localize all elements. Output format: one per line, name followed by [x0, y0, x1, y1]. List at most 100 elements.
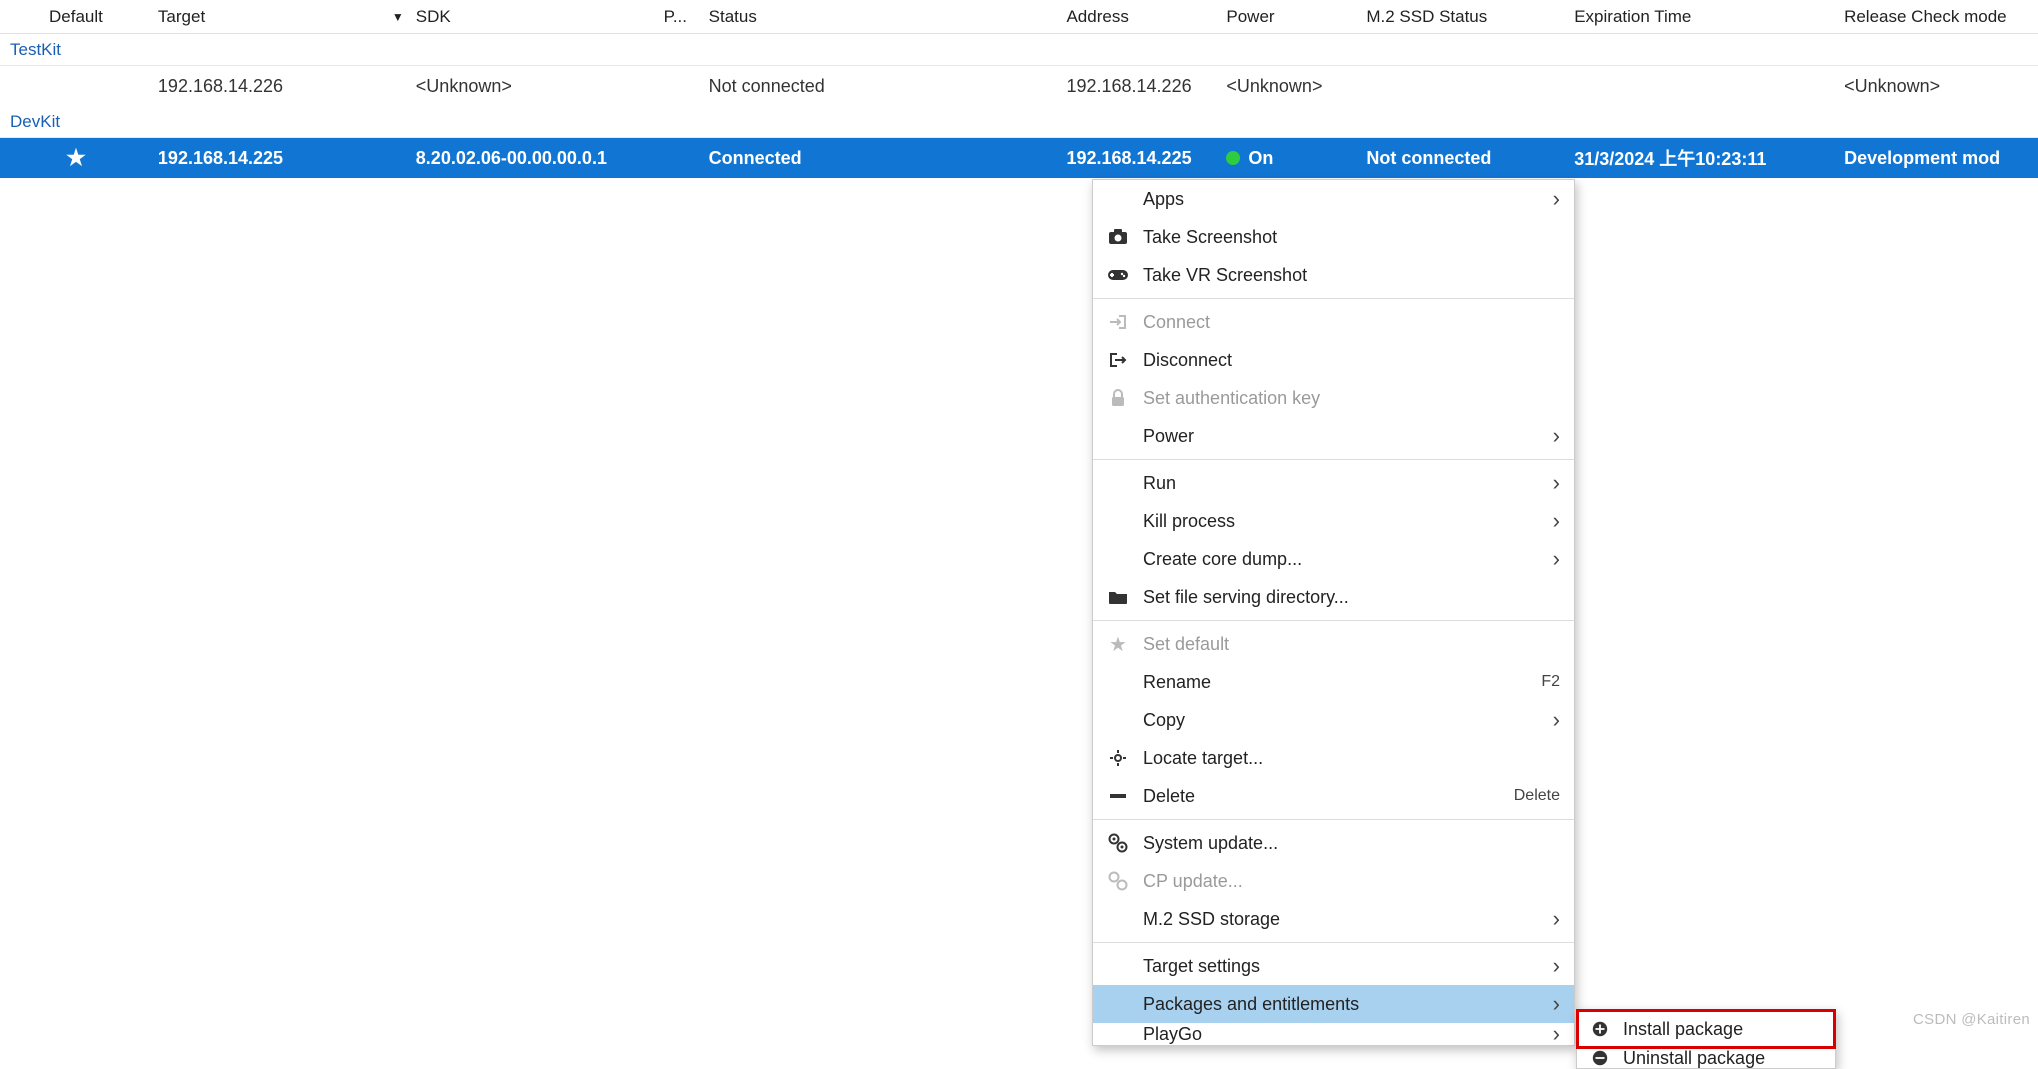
lock-icon: [1093, 389, 1143, 407]
menu-item-label: Apps: [1143, 189, 1553, 210]
table-header-row: Default Target ▼ SDK P... Status Address…: [0, 0, 2038, 34]
group-devkit[interactable]: DevKit: [0, 106, 2038, 138]
chevron-right-icon: ›: [1553, 186, 1560, 212]
gamepad-icon: [1093, 268, 1143, 282]
minus-icon: [1093, 793, 1143, 799]
cell-address: 192.168.14.225: [1060, 148, 1220, 169]
menu-item-playgo[interactable]: PlayGo›: [1093, 1023, 1574, 1045]
menu-item-label: Take VR Screenshot: [1143, 265, 1560, 286]
menu-item-target-settings[interactable]: Target settings›: [1093, 947, 1574, 985]
menu-item-kill-process[interactable]: Kill process›: [1093, 502, 1574, 540]
menu-item-cp-update: CP update...: [1093, 862, 1574, 900]
menu-item-label: Power: [1143, 426, 1553, 447]
menu-item-label: Create core dump...: [1143, 549, 1553, 570]
cell-sdk: 8.20.02.06-00.00.00.0.1: [410, 148, 658, 169]
col-sdk[interactable]: SDK: [410, 7, 658, 27]
menu-item-label: Set authentication key: [1143, 388, 1560, 409]
context-menu: Apps›Take ScreenshotTake VR ScreenshotCo…: [1092, 179, 1575, 1046]
menu-separator: [1093, 298, 1574, 299]
menu-item-label: Packages and entitlements: [1143, 994, 1553, 1015]
chevron-right-icon: ›: [1553, 991, 1560, 1017]
cell-status: Not connected: [703, 76, 1061, 97]
group-testkit[interactable]: TestKit: [0, 34, 2038, 66]
group-label: TestKit: [10, 40, 61, 60]
menu-separator: [1093, 459, 1574, 460]
col-address[interactable]: Address: [1060, 7, 1220, 27]
menu-item-take-screenshot[interactable]: Take Screenshot: [1093, 218, 1574, 256]
menu-item-label: Delete: [1143, 786, 1514, 807]
cell-mode: Development mod: [1838, 148, 2038, 169]
menu-separator: [1093, 620, 1574, 621]
menu-item-label: Set default: [1143, 634, 1560, 655]
cell-mode: <Unknown>: [1838, 76, 2038, 97]
menu-item-set-default: ★Set default: [1093, 625, 1574, 663]
menu-item-run[interactable]: Run›: [1093, 464, 1574, 502]
cell-exp: 31/3/2024 上午10:23:11: [1568, 145, 1838, 171]
power-on-icon: [1226, 151, 1240, 165]
submenu-label: Install package: [1623, 1019, 1743, 1040]
gear2-icon: [1093, 871, 1143, 891]
chevron-right-icon: ›: [1553, 546, 1560, 572]
table-row[interactable]: 192.168.14.226 <Unknown> Not connected 1…: [0, 66, 2038, 106]
menu-separator: [1093, 819, 1574, 820]
col-power[interactable]: Power: [1220, 7, 1360, 27]
chevron-right-icon: ›: [1553, 423, 1560, 449]
col-default[interactable]: Default: [0, 7, 152, 27]
camera-icon: [1093, 229, 1143, 245]
menu-item-take-vr-screenshot[interactable]: Take VR Screenshot: [1093, 256, 1574, 294]
table-row-selected[interactable]: ★ 192.168.14.225 8.20.02.06-00.00.00.0.1…: [0, 138, 2038, 178]
folder-icon: [1093, 589, 1143, 605]
menu-item-rename[interactable]: RenameF2: [1093, 663, 1574, 701]
col-m2[interactable]: M.2 SSD Status: [1360, 7, 1568, 27]
login-icon: [1093, 314, 1143, 330]
col-target[interactable]: Target ▼: [152, 7, 410, 27]
submenu-install-package[interactable]: Install package: [1577, 1010, 1835, 1048]
menu-item-label: Take Screenshot: [1143, 227, 1560, 248]
menu-item-label: Set file serving directory...: [1143, 587, 1560, 608]
menu-item-system-update[interactable]: System update...: [1093, 824, 1574, 862]
cell-address: 192.168.14.226: [1060, 76, 1220, 97]
submenu-packages: Install package Uninstall package: [1576, 1009, 1836, 1069]
cell-target: 192.168.14.226: [152, 76, 410, 97]
col-status[interactable]: Status: [703, 7, 1061, 27]
menu-item-label: Target settings: [1143, 956, 1553, 977]
menu-item-locate-target[interactable]: Locate target...: [1093, 739, 1574, 777]
watermark: CSDN @Kaitiren: [1913, 1011, 2030, 1028]
menu-item-label: Disconnect: [1143, 350, 1560, 371]
menu-item-label: Copy: [1143, 710, 1553, 731]
chevron-right-icon: ›: [1553, 906, 1560, 932]
col-mode[interactable]: Release Check mode: [1838, 7, 2038, 27]
menu-item-label: Connect: [1143, 312, 1560, 333]
cell-power: On: [1220, 148, 1360, 169]
locate-icon: [1093, 749, 1143, 767]
menu-item-set-file-serving-directory[interactable]: Set file serving directory...: [1093, 578, 1574, 616]
menu-item-create-core-dump[interactable]: Create core dump...›: [1093, 540, 1574, 578]
submenu-label: Uninstall package: [1623, 1048, 1765, 1068]
chevron-right-icon: ›: [1553, 470, 1560, 496]
chevron-right-icon: ›: [1553, 1023, 1560, 1045]
menu-item-packages-and-entitlements[interactable]: Packages and entitlements›: [1093, 985, 1574, 1023]
cell-sdk: <Unknown>: [410, 76, 658, 97]
chevron-right-icon: ›: [1553, 707, 1560, 733]
menu-item-power[interactable]: Power›: [1093, 417, 1574, 455]
menu-separator: [1093, 942, 1574, 943]
menu-item-delete[interactable]: DeleteDelete: [1093, 777, 1574, 815]
col-p[interactable]: P...: [658, 7, 703, 27]
menu-item-disconnect[interactable]: Disconnect: [1093, 341, 1574, 379]
col-exp[interactable]: Expiration Time: [1568, 7, 1838, 27]
menu-item-m-2-ssd-storage[interactable]: M.2 SSD storage›: [1093, 900, 1574, 938]
menu-item-label: M.2 SSD storage: [1143, 909, 1553, 930]
plus-circle-icon: [1577, 1020, 1623, 1038]
logout-icon: [1093, 352, 1143, 368]
menu-item-label: Rename: [1143, 672, 1541, 693]
sort-indicator-icon: ▼: [392, 10, 404, 24]
cell-status: Connected: [703, 148, 1061, 169]
star-icon: ★: [1093, 632, 1143, 657]
group-label: DevKit: [10, 112, 60, 132]
menu-item-label: Locate target...: [1143, 748, 1560, 769]
menu-item-apps[interactable]: Apps›: [1093, 180, 1574, 218]
submenu-uninstall-package[interactable]: Uninstall package: [1577, 1048, 1835, 1068]
menu-item-label: CP update...: [1143, 871, 1560, 892]
menu-item-copy[interactable]: Copy›: [1093, 701, 1574, 739]
cell-target: 192.168.14.225: [152, 148, 410, 169]
